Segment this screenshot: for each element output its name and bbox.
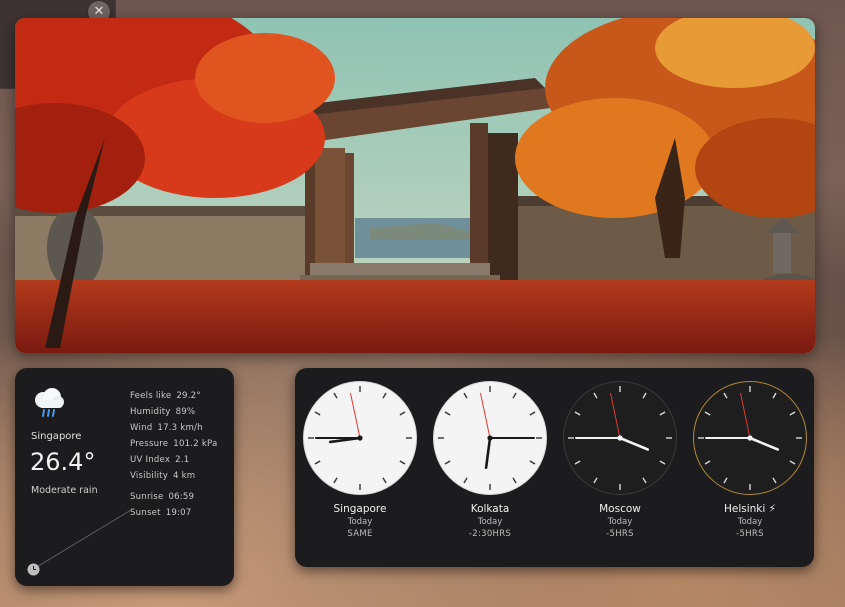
clock-kolkata[interactable]: Kolkata Today -2:30HRS: [431, 380, 549, 540]
analog-clock-face: [693, 381, 807, 495]
autumn-gate-illustration: [15, 18, 815, 353]
clock-offset: -2:30HRS: [468, 529, 512, 539]
clock-city: Kolkata: [470, 503, 510, 515]
clock-day: Today: [607, 517, 633, 527]
weather-details: Feels like 29.2° Humidity 89% Wind 17.3 km/…: [130, 388, 217, 484]
detail-visibility: Visibility 4 km: [130, 471, 196, 481]
detail-uv-index: UV Index 2.1: [130, 455, 190, 465]
center-pin: [487, 435, 493, 441]
center-pin: [357, 435, 363, 441]
weather-temperature: 26.4°: [30, 448, 96, 476]
world-clock-widget[interactable]: Singapore Today SAME Kolkata Today -2:30…: [295, 368, 814, 567]
sun-path-line: [34, 509, 132, 569]
weather-city: Singapore: [31, 431, 82, 442]
analog-clock-face: [433, 381, 547, 495]
sunset-row: Sunset 19:07: [130, 508, 192, 518]
detail-humidity: Humidity 89%: [130, 407, 196, 417]
sun-times: Sunrise 06:59 Sunset 19:07: [130, 489, 194, 521]
clock-offset: -5HRS: [606, 529, 634, 539]
clock-offset: SAME: [347, 529, 373, 539]
clock-day: Today: [477, 517, 503, 527]
clock-city: Helsinki ⚡: [723, 503, 777, 515]
clock-day: Today: [737, 517, 763, 527]
clock-offset: -5HRS: [736, 529, 764, 539]
detail-wind: Wind 17.3 km/h: [130, 423, 203, 433]
center-pin: [747, 435, 753, 441]
analog-clock-face: [563, 381, 677, 495]
center-pin: [617, 435, 623, 441]
clock-icon[interactable]: [27, 561, 40, 576]
clock-helsinki[interactable]: Helsinki ⚡ Today -5HRS: [691, 380, 809, 540]
analog-clock-face: [303, 381, 417, 495]
weather-widget[interactable]: Singapore 26.4° Moderate rain Feels like…: [15, 368, 234, 586]
detail-feels-like: Feels like 29.2°: [130, 391, 201, 401]
clock-city: Moscow: [599, 503, 641, 515]
clock-singapore[interactable]: Singapore Today SAME: [301, 380, 419, 540]
clock-moscow[interactable]: Moscow Today -5HRS: [561, 380, 679, 540]
weather-condition: Moderate rain: [31, 485, 98, 496]
sunrise-row: Sunrise 06:59: [130, 492, 195, 502]
rain-cloud-icon: [31, 386, 65, 422]
clock-city: Singapore: [333, 503, 387, 515]
clock-day: Today: [347, 517, 373, 527]
wallpaper-artwork: [15, 18, 815, 353]
detail-pressure: Pressure 101.2 kPa: [130, 439, 218, 449]
